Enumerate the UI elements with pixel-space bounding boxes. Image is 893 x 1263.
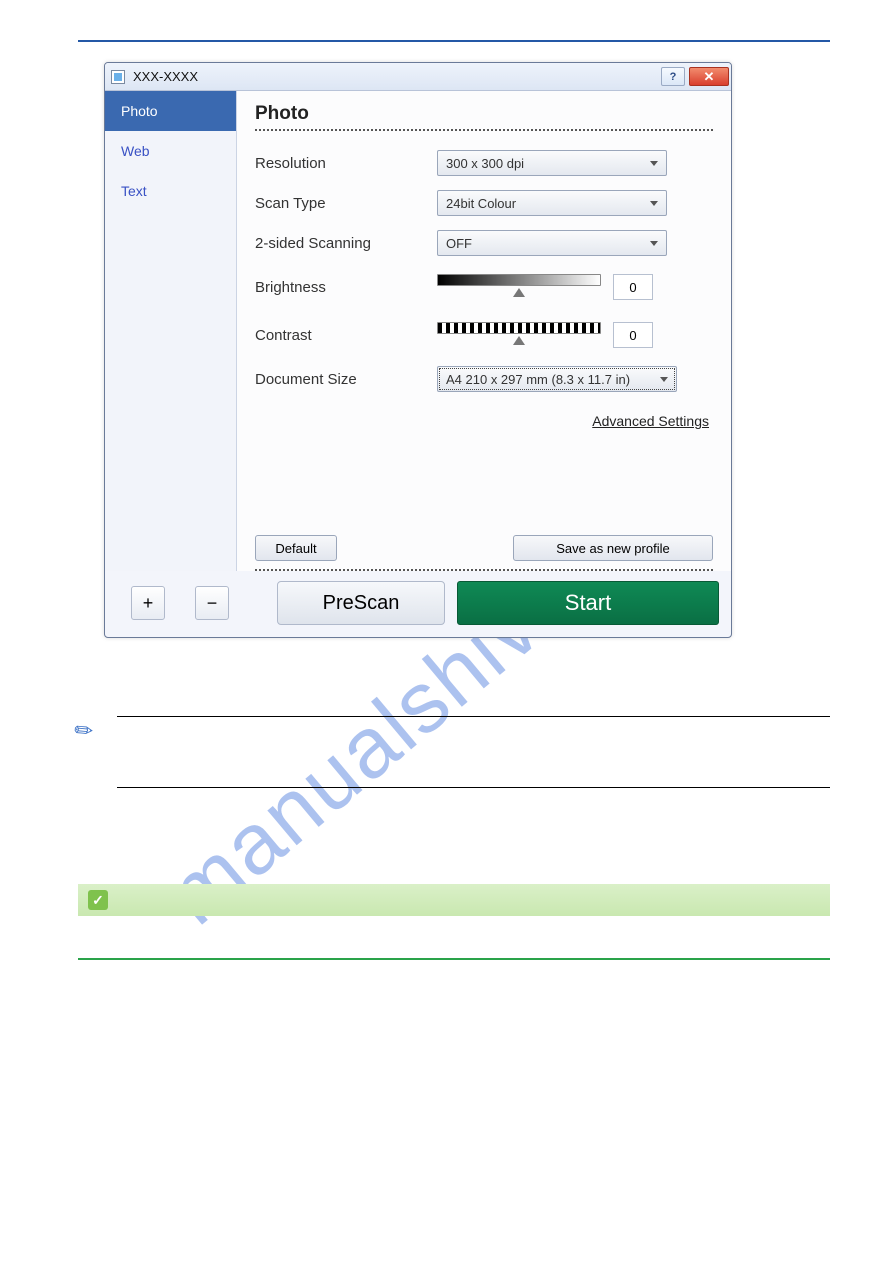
section-divider [255,129,713,131]
doc-size-dropdown[interactable]: A4 210 x 297 mm (8.3 x 11.7 in) [437,366,677,392]
contrast-slider[interactable] [437,322,601,348]
scan-type-value: 24bit Colour [446,196,516,211]
sidebar-item-text[interactable]: Text [105,171,236,211]
scan-type-dropdown[interactable]: 24bit Colour [437,190,667,216]
footer-divider [255,569,713,571]
app-icon [111,70,125,84]
scanner-dialog: XXX-XXXX ? ✕ Photo Web Text Photo Resolu… [104,62,732,638]
main-panel: Photo Resolution 300 x 300 dpi Scan Type [237,91,731,571]
prescan-button[interactable]: PreScan [277,581,445,625]
sidebar-item-web[interactable]: Web [105,131,236,171]
remove-profile-button[interactable]: − [195,586,229,620]
check-icon: ✓ [88,890,108,910]
slider-thumb-icon [513,336,525,345]
help-button[interactable]: ? [661,67,685,86]
green-rule [78,958,830,960]
chevron-down-icon [650,241,658,246]
two-sided-dropdown[interactable]: OFF [437,230,667,256]
chevron-down-icon [650,201,658,206]
chevron-down-icon [650,161,658,166]
dialog-footer: + − PreScan Start [105,571,731,637]
two-sided-value: OFF [446,236,472,251]
resolution-value: 300 x 300 dpi [446,156,524,171]
save-profile-button[interactable]: Save as new profile [513,535,713,561]
titlebar: XXX-XXXX ? ✕ [105,63,731,91]
close-button[interactable]: ✕ [689,67,729,86]
contrast-label: Contrast [255,327,437,344]
brightness-value[interactable]: 0 [613,274,653,300]
top-rule [78,40,830,42]
advanced-settings-link[interactable]: Advanced Settings [255,413,713,429]
scan-type-label: Scan Type [255,195,437,212]
contrast-value[interactable]: 0 [613,322,653,348]
start-button[interactable]: Start [457,581,719,625]
section-title: Photo [255,103,713,125]
resolution-dropdown[interactable]: 300 x 300 dpi [437,150,667,176]
brightness-slider[interactable] [437,274,601,300]
resolution-label: Resolution [255,155,437,172]
sidebar: Photo Web Text [105,91,237,571]
two-sided-label: 2-sided Scanning [255,235,437,252]
chevron-down-icon [660,377,668,382]
doc-size-value: A4 210 x 297 mm (8.3 x 11.7 in) [446,372,630,387]
default-button[interactable]: Default [255,535,337,561]
info-bar: ✓ [78,884,830,916]
brightness-label: Brightness [255,279,437,296]
note-box: ✎ [78,716,830,788]
sidebar-item-photo[interactable]: Photo [105,91,236,131]
slider-thumb-icon [513,288,525,297]
window-title: XXX-XXXX [133,69,198,84]
add-profile-button[interactable]: + [131,586,165,620]
doc-size-label: Document Size [255,371,437,388]
